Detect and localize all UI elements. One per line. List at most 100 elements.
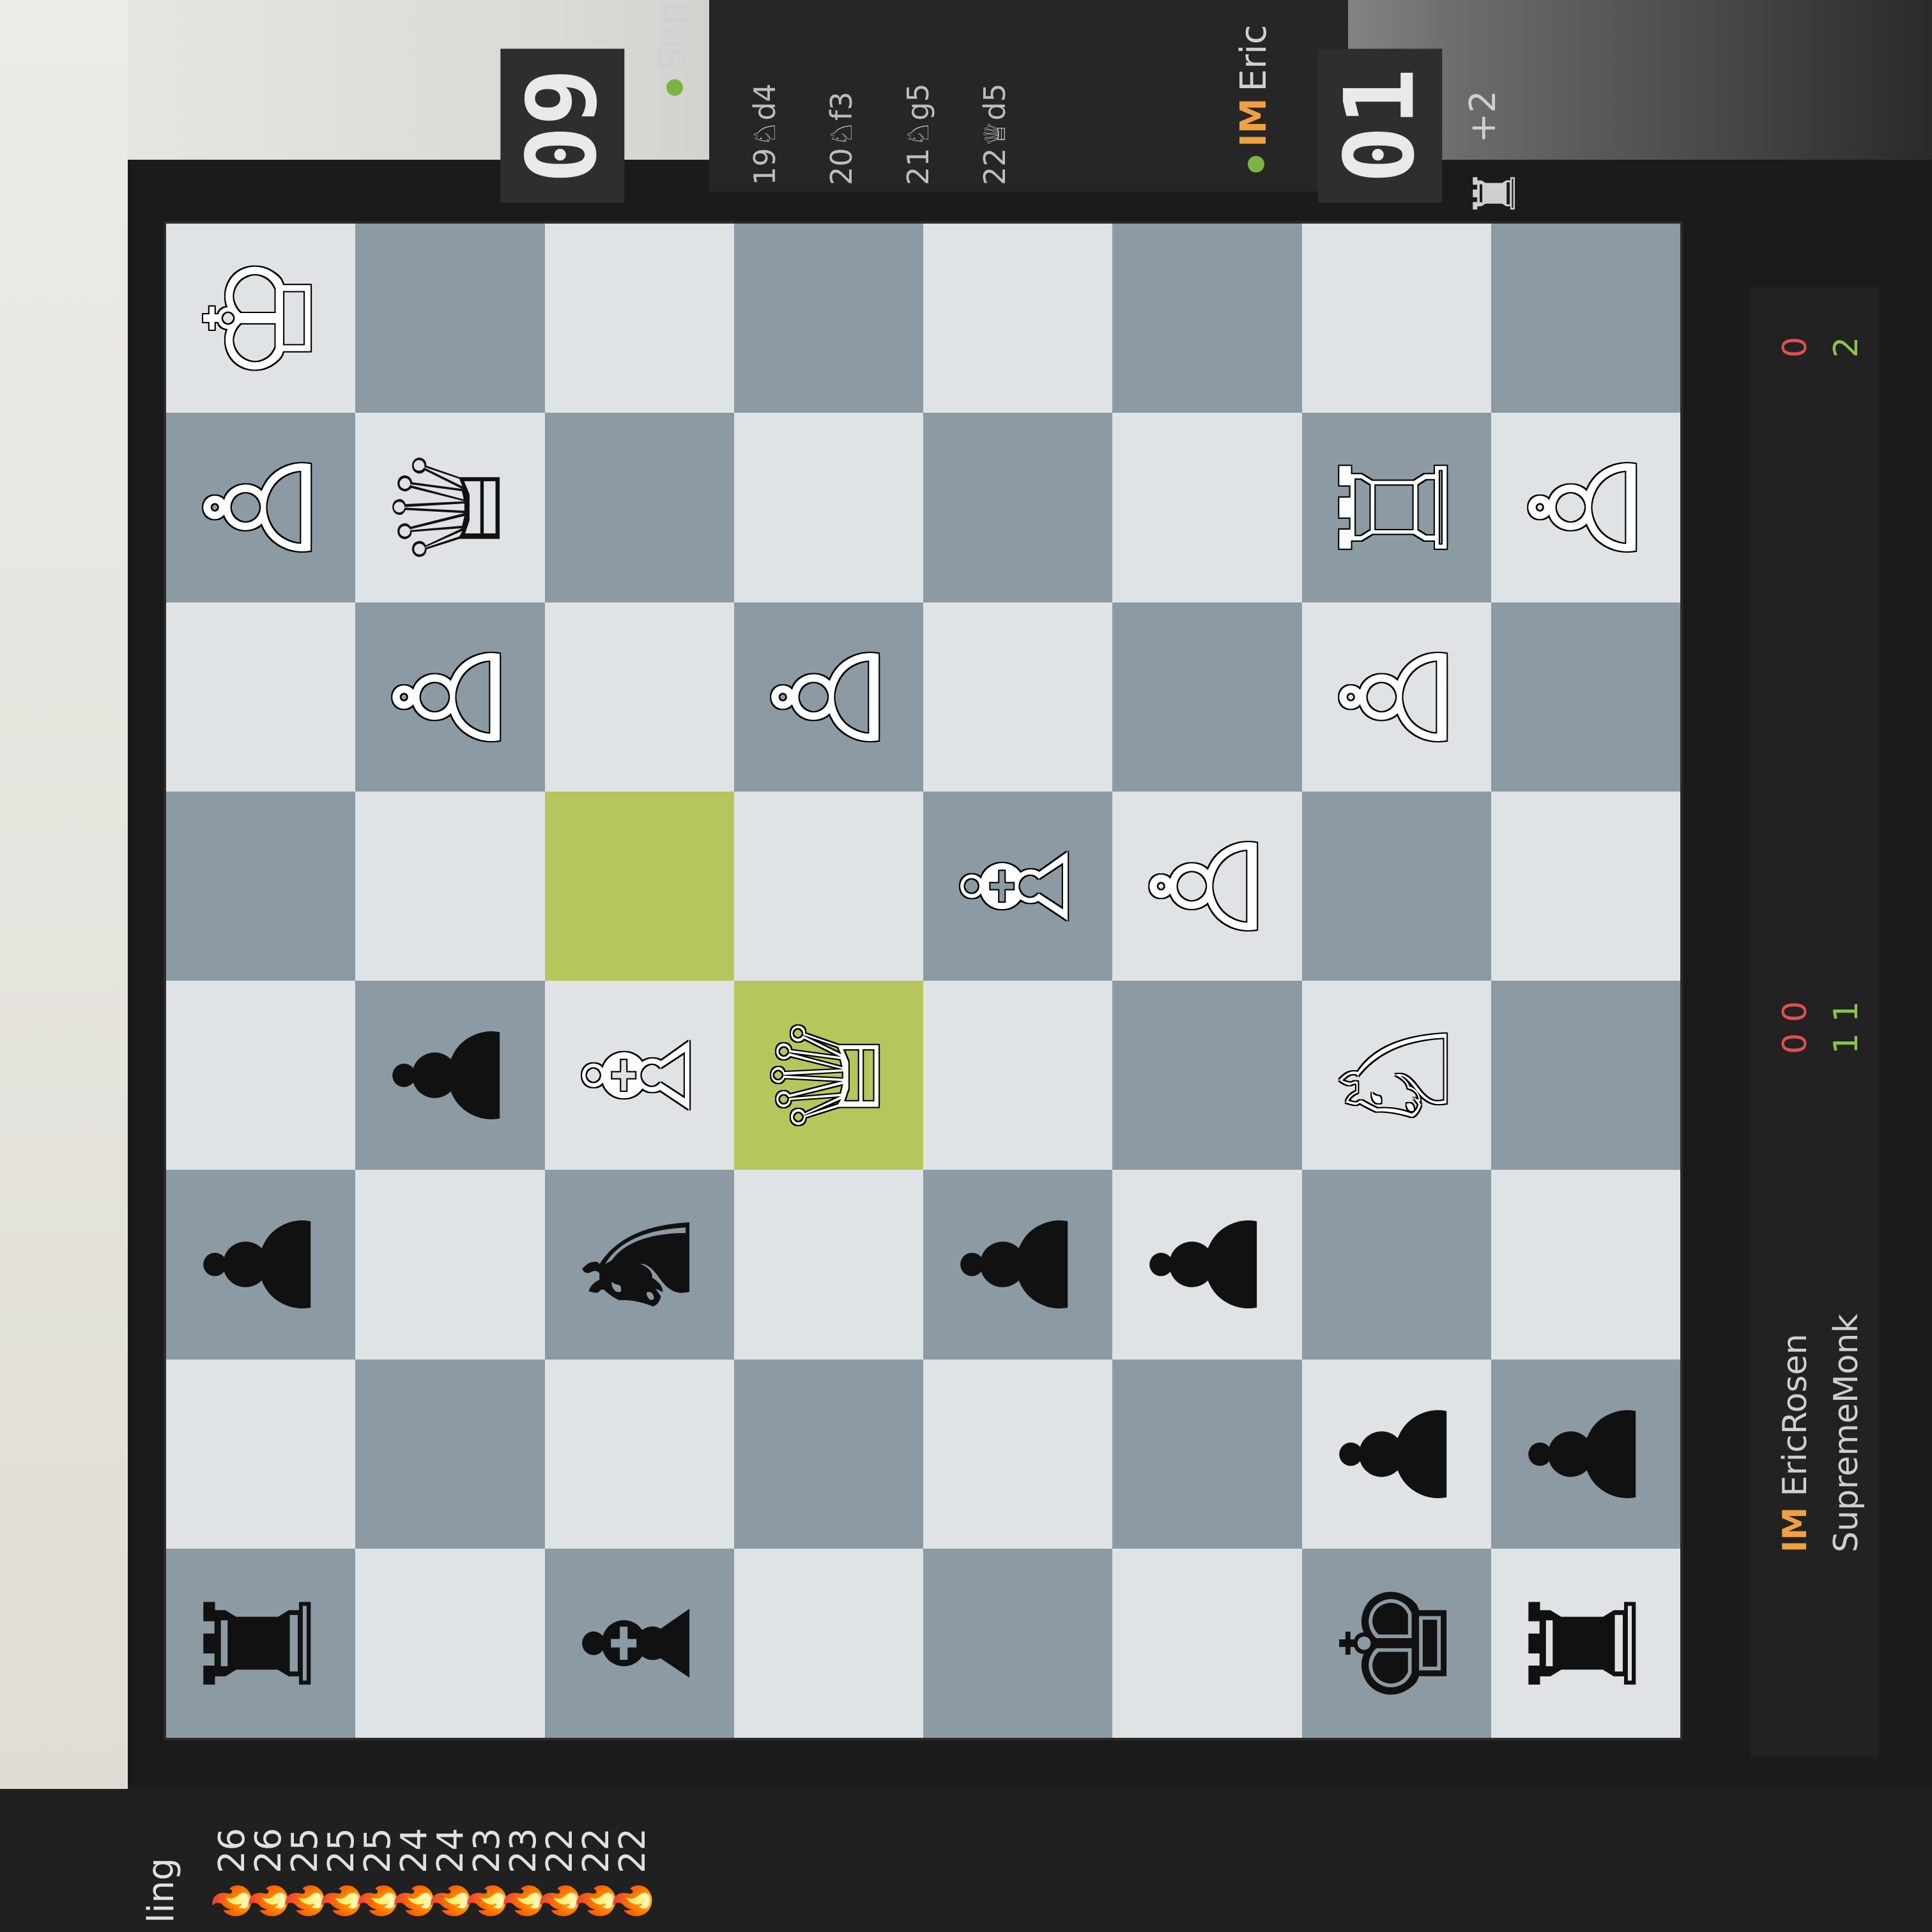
board-square[interactable] <box>166 602 356 792</box>
board-square[interactable]: ♝ <box>544 1548 734 1738</box>
board-square[interactable]: ♔ <box>166 224 356 413</box>
board-square[interactable] <box>1491 602 1680 792</box>
board-square[interactable]: ♞ <box>544 1170 734 1360</box>
board-square[interactable]: ♙ <box>1112 791 1302 981</box>
board-square[interactable] <box>733 413 923 602</box>
black-piece[interactable]: ♟ <box>1121 1199 1292 1330</box>
board-square[interactable]: ♟ <box>166 1170 356 1360</box>
board-square[interactable] <box>355 1359 545 1549</box>
board-square[interactable] <box>733 1359 923 1549</box>
board-square[interactable] <box>544 791 734 981</box>
board-square[interactable] <box>733 1548 923 1738</box>
captured-rook-icon: ♜ <box>1461 167 1529 219</box>
board-square[interactable]: ♙ <box>355 602 545 792</box>
board-square[interactable] <box>1301 1170 1491 1360</box>
move-san[interactable]: ♘f3 <box>824 91 859 147</box>
player1-score-2: 0 <box>1776 1000 1814 1022</box>
board-square[interactable] <box>1112 413 1302 602</box>
black-piece[interactable]: ♚ <box>1311 1577 1482 1709</box>
black-piece[interactable]: ♜ <box>1500 1577 1671 1709</box>
white-piece[interactable]: ♗ <box>554 1009 724 1141</box>
online-dot <box>1247 156 1264 172</box>
white-piece[interactable]: ♙ <box>175 441 346 573</box>
board-square[interactable] <box>166 791 356 981</box>
board-square[interactable] <box>923 1359 1113 1549</box>
board-square[interactable]: ♟ <box>1112 1170 1302 1360</box>
board-square[interactable]: ♕ <box>733 981 923 1170</box>
board-square[interactable] <box>923 1548 1113 1738</box>
white-piece[interactable]: ♙ <box>1500 441 1671 573</box>
board-square[interactable] <box>355 1548 545 1738</box>
board-square[interactable] <box>1112 1548 1302 1738</box>
board-square[interactable] <box>544 413 734 602</box>
board-square[interactable]: ♘ <box>1301 981 1491 1170</box>
board-square[interactable] <box>923 413 1113 602</box>
board-square[interactable] <box>544 1359 734 1549</box>
black-piece[interactable]: ♕ <box>364 441 535 573</box>
white-piece[interactable]: ♖ <box>1311 441 1482 573</box>
board-square[interactable]: ♙ <box>733 602 923 792</box>
player1-score-1: 0 <box>1776 1032 1814 1054</box>
board-square[interactable]: ♜ <box>1491 1548 1680 1738</box>
black-piece[interactable]: ♟ <box>175 1199 346 1330</box>
black-piece[interactable]: ♞ <box>554 1199 724 1330</box>
board-square[interactable] <box>1491 791 1680 981</box>
board-square[interactable]: ♙ <box>1301 602 1491 792</box>
board-square[interactable] <box>355 791 545 981</box>
move-san[interactable]: ♕d5 <box>977 83 1012 147</box>
board-square[interactable] <box>166 981 356 1170</box>
board-square[interactable]: ♟ <box>1301 1359 1491 1549</box>
black-piece[interactable]: ♝ <box>554 1577 724 1709</box>
black-piece[interactable]: ♜ <box>175 1577 346 1709</box>
player1-name: IM EricRosen <box>1776 1333 1814 1552</box>
move-san[interactable]: ♘g5 <box>901 83 935 147</box>
move-san[interactable]: ♘d4 <box>747 83 782 147</box>
white-piece[interactable]: ♙ <box>364 631 535 763</box>
chess-board[interactable]: ♔ ♙ ♕ ♖ ♙ ♙ ♙ ♙ ♗ ♙ ♟ ♗ ♕ ♘ ♟ ♞ ♟ ♟ ♟ ♟ ♜ ♝ ♚ ♜ <box>166 224 1680 1738</box>
board-square[interactable] <box>1112 602 1302 792</box>
fire-icon: 🔥 <box>612 1878 654 1923</box>
board-square[interactable] <box>923 224 1113 413</box>
board-square[interactable] <box>733 791 923 981</box>
board-square[interactable]: ♜ <box>166 1548 356 1738</box>
black-piece[interactable]: ♟ <box>1311 1388 1482 1520</box>
board-square[interactable] <box>923 981 1113 1170</box>
black-piece[interactable]: ♟ <box>1500 1388 1671 1520</box>
board-square[interactable] <box>1301 791 1491 981</box>
board-square[interactable] <box>355 224 545 413</box>
board-square[interactable] <box>733 224 923 413</box>
white-piece[interactable]: ♗ <box>932 820 1103 952</box>
board-square[interactable] <box>1491 224 1680 413</box>
board-square[interactable] <box>544 602 734 792</box>
board-square[interactable]: ♟ <box>1491 1359 1680 1549</box>
board-square[interactable] <box>1491 981 1680 1170</box>
board-square[interactable] <box>1112 981 1302 1170</box>
board-square[interactable] <box>166 1359 356 1549</box>
board-square[interactable]: ♟ <box>923 1170 1113 1360</box>
white-piece[interactable]: ♔ <box>175 252 346 384</box>
board-square[interactable] <box>1112 1359 1302 1549</box>
board-square[interactable]: ♕ <box>355 413 545 602</box>
board-square[interactable]: ♚ <box>1301 1548 1491 1738</box>
board-square[interactable]: ♙ <box>166 413 356 602</box>
board-square[interactable]: ♗ <box>544 981 734 1170</box>
board-square[interactable] <box>1301 224 1491 413</box>
board-square[interactable] <box>355 1170 545 1360</box>
board-square[interactable]: ♟ <box>355 981 545 1170</box>
board-square[interactable] <box>923 602 1113 792</box>
white-piece[interactable]: ♙ <box>743 631 914 763</box>
material-advantage: +2 <box>1462 90 1504 143</box>
white-piece[interactable]: ♙ <box>1311 631 1482 763</box>
black-piece[interactable]: ♟ <box>364 1009 535 1141</box>
board-square[interactable] <box>1491 1170 1680 1360</box>
board-square[interactable] <box>733 1170 923 1360</box>
board-square[interactable]: ♖ <box>1301 413 1491 602</box>
board-square[interactable] <box>1112 224 1302 413</box>
white-piece[interactable]: ♘ <box>1311 1009 1482 1141</box>
white-piece[interactable]: ♕ <box>743 1009 914 1141</box>
board-square[interactable]: ♙ <box>1491 413 1680 602</box>
black-piece[interactable]: ♟ <box>932 1199 1103 1330</box>
white-piece[interactable]: ♙ <box>1121 820 1292 952</box>
board-square[interactable] <box>544 224 734 413</box>
board-square[interactable]: ♗ <box>923 791 1113 981</box>
